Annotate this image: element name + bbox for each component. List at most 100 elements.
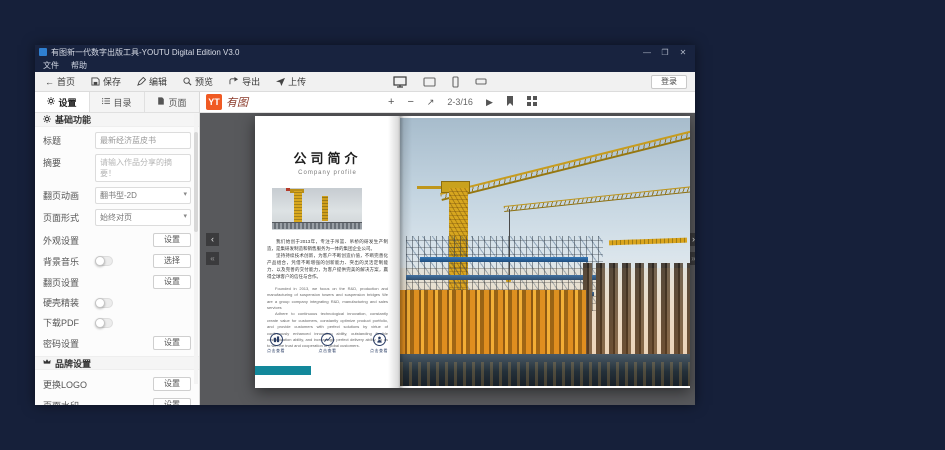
chevron-down-icon: ▾ (183, 212, 187, 220)
cn-paragraph-2: 坚持持续技术创新，为客户不断创造价值，不断完善化产品组合，凭借不断增强的创新能力… (267, 253, 388, 281)
crane-counterjib (417, 186, 443, 189)
app-window: 有图新一代数字出版工具-YOUTU Digital Edition V3.0 —… (35, 45, 695, 405)
fullscreen-button[interactable]: ↗ (427, 98, 435, 107)
crane-jib-distant (609, 237, 687, 245)
background-music-select-button[interactable]: 选择 (153, 254, 191, 268)
password-settings-row: 密码设置 设置 (35, 329, 199, 350)
flipbook-spread[interactable]: 公司简介 Company profile 我们始创于2013年，专注于吊篮、吊桥… (255, 116, 690, 388)
hardcover-toggle[interactable] (95, 298, 113, 308)
menu-bar: 文件 帮助 (35, 59, 695, 72)
flip-settings-button[interactable]: 设置 (153, 275, 191, 289)
zoom-in-button[interactable]: + (388, 97, 394, 108)
change-logo-button[interactable]: 设置 (153, 377, 191, 391)
tab-catalog[interactable]: 目录 (90, 92, 145, 112)
password-settings-button[interactable]: 设置 (153, 336, 191, 350)
summary-field-label: 摘要 (43, 154, 95, 169)
menu-file[interactable]: 文件 (43, 60, 59, 71)
upload-button[interactable]: 上传 (276, 75, 306, 88)
flip-animation-row: 翻页动画 翻书型-2D ▾ (35, 182, 199, 204)
first-page-button[interactable]: « (206, 252, 219, 265)
appearance-settings-button[interactable]: 设置 (153, 233, 191, 247)
title-bar[interactable]: 有图新一代数字出版工具-YOUTU Digital Edition V3.0 —… (35, 45, 695, 59)
tab-pages[interactable]: 页面 (145, 92, 199, 112)
tablet-preview-icon[interactable] (423, 77, 436, 87)
desktop-preview-icon[interactable] (393, 76, 407, 88)
hotspot-chart[interactable]: 点击查看 (319, 333, 337, 354)
blue-steel-beam (420, 257, 588, 262)
phone-landscape-preview-icon[interactable] (475, 78, 487, 85)
preview-button[interactable]: 预览 (183, 75, 213, 88)
login-button[interactable]: 登录 (651, 75, 687, 89)
page-layout-value: 始终对页 (100, 213, 132, 222)
basic-functions-section: 基础功能 (35, 113, 199, 127)
menu-help[interactable]: 帮助 (71, 60, 87, 71)
viewer-canvas: ‹ « › » 公司简介 Company profile (200, 113, 695, 405)
crane-thumbnail-image (272, 188, 362, 230)
title-input[interactable]: 最新经济蓝皮书 (95, 132, 191, 149)
back-arrow-icon: ← (45, 77, 54, 87)
device-preview-group (393, 72, 487, 91)
appearance-settings-label: 外观设置 (43, 234, 95, 247)
gear-icon (43, 115, 51, 125)
thumbnail-grid-icon[interactable] (527, 93, 537, 111)
flip-animation-select[interactable]: 翻书型-2D ▾ (95, 187, 191, 204)
chevron-down-icon: ▾ (183, 190, 187, 198)
upload-label: 上传 (288, 75, 306, 88)
warm-light-overlay (400, 268, 690, 356)
phone-portrait-preview-icon[interactable] (452, 76, 459, 88)
background-music-row: 背景音乐 选择 (35, 247, 199, 268)
sidebar-tabs: 设置 目录 页面 (35, 92, 199, 113)
zoom-out-button[interactable]: − (407, 97, 413, 108)
water-reflections (400, 362, 690, 386)
background-music-label: 背景音乐 (43, 255, 95, 268)
hotspot-building[interactable]: 点击查看 (267, 333, 285, 354)
left-page[interactable]: 公司简介 Company profile 我们始创于2013年，专注于吊篮、吊桥… (255, 116, 400, 388)
save-button[interactable]: 保存 (91, 75, 121, 88)
crown-icon (43, 358, 51, 368)
en-paragraph-1: Founded in 2013, we focus on the R&D, pr… (267, 286, 388, 312)
page-indicator: 2-3/16 (447, 97, 473, 107)
password-settings-label: 密码设置 (43, 337, 95, 350)
hardcover-row: 硬壳精装 (35, 289, 199, 309)
page-layout-select[interactable]: 始终对页 ▾ (95, 209, 191, 226)
home-button[interactable]: ← 首页 (45, 75, 75, 88)
watermark-button[interactable]: 设置 (153, 398, 191, 405)
page-layout-label: 页面形式 (43, 209, 95, 224)
hotspot-label: 点击查看 (370, 348, 388, 354)
tab-settings[interactable]: 设置 (35, 92, 90, 112)
maximize-button[interactable]: ❐ (657, 48, 673, 57)
tab-catalog-label: 目录 (113, 96, 131, 109)
settings-sidebar: 设置 目录 页面 基础功能 标题 最新经济蓝皮书 摘要 (35, 92, 200, 405)
summary-input[interactable]: 请输入作品分享的摘要！ (95, 154, 191, 182)
home-label: 首页 (57, 75, 75, 88)
teal-accent-bar (255, 366, 311, 375)
download-pdf-toggle[interactable] (95, 318, 113, 328)
title-field-label: 标题 (43, 132, 95, 147)
minimize-button[interactable]: — (639, 48, 655, 57)
summary-field-row: 摘要 请输入作品分享的摘要！ (35, 149, 199, 182)
main-toolbar: ← 首页 保存 编辑 预览 导出 上传 登录 (35, 72, 695, 92)
close-button[interactable]: ✕ (675, 48, 691, 57)
save-icon (91, 77, 100, 86)
change-logo-row: 更换LOGO 设置 (35, 370, 199, 391)
download-pdf-row: 下载PDF (35, 309, 199, 329)
edit-pencil-icon (137, 77, 146, 86)
hotspot-person[interactable]: 点击查看 (370, 333, 388, 354)
tab-settings-label: 设置 (58, 96, 76, 109)
export-button[interactable]: 导出 (229, 75, 260, 88)
bookmark-icon[interactable] (506, 93, 514, 111)
list-icon (102, 97, 110, 107)
watermark-row: 页面水印 设置 (35, 391, 199, 405)
background-music-toggle[interactable] (95, 256, 113, 266)
save-label: 保存 (103, 75, 121, 88)
hardcover-label: 硬壳精装 (43, 296, 95, 309)
right-page[interactable] (400, 116, 690, 388)
prev-page-button[interactable]: ‹ (206, 233, 219, 246)
sidebar-scrollbar[interactable] (194, 114, 198, 384)
app-icon (39, 48, 47, 56)
export-label: 导出 (242, 75, 260, 88)
chart-icon (321, 333, 334, 346)
autoplay-button[interactable]: ▶ (486, 98, 493, 107)
construction-site-photo (400, 118, 690, 386)
edit-button[interactable]: 编辑 (137, 75, 167, 88)
